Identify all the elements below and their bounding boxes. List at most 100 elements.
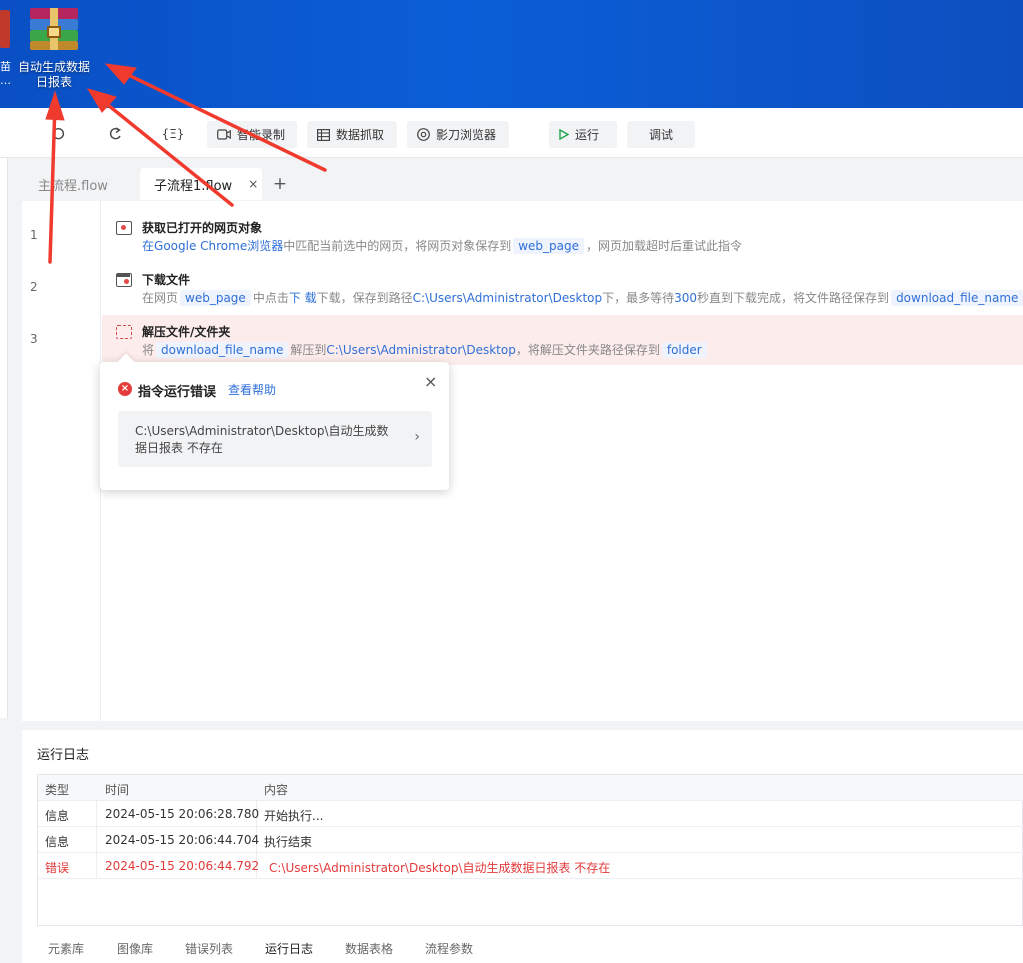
run-button[interactable]: 运行	[549, 121, 617, 148]
error-popover: × 指令运行错误 查看帮助 × C:\Users\Administrator\D…	[100, 353, 449, 490]
desc-seconds: 300	[674, 291, 698, 305]
log-type: 错误	[45, 861, 70, 875]
tab-image-library[interactable]: 图像库	[117, 940, 153, 957]
line-number: 2	[30, 280, 38, 294]
debug-button[interactable]: 调试	[627, 121, 695, 148]
desktop-background: 苗 … 自动生成数据 日报表	[0, 0, 1023, 108]
desc-text: 在	[142, 239, 155, 253]
redo-icon	[109, 127, 121, 140]
data-capture-label: 数据抓取	[336, 128, 385, 142]
log-type: 信息	[45, 835, 70, 849]
tab-data-table[interactable]: 数据表格	[345, 940, 393, 957]
chevron-right-icon: ›	[414, 429, 420, 445]
undo-button[interactable]	[46, 122, 70, 146]
webpage-icon	[116, 221, 132, 235]
toolbar: {Ξ} 智能录制 数据抓取 影刀浏览器 运行 调试	[0, 108, 1023, 158]
desc-text: 下载，保存到路径	[316, 291, 413, 305]
debug-label: 调试	[648, 128, 673, 142]
table-row[interactable]: 信息 2024-05-15 20:06:44.704 执行结束	[38, 827, 1023, 853]
desc-path: C:\Users\Administrator\Desktop	[326, 343, 516, 357]
step-title: 下载文件	[142, 273, 191, 287]
desc-text: 下，最多等待	[602, 291, 675, 305]
error-message: C:\Users\Administrator\Desktop\自动生成数据日报表…	[135, 424, 389, 455]
error-message-box[interactable]: C:\Users\Administrator\Desktop\自动生成数据日报表…	[118, 411, 432, 467]
log-time: 2024-05-15 20:06:44.704	[105, 833, 260, 847]
variable-chip: download_file_name	[156, 342, 289, 358]
log-title: 运行日志	[37, 748, 90, 763]
browser-label: 影刀浏览器	[436, 128, 497, 142]
desc-text: ，将解压文件夹路径保存到	[515, 343, 660, 357]
flow-tabs: 主流程.flow 子流程1.flow × +	[22, 166, 1023, 200]
tab-element-library[interactable]: 元素库	[48, 940, 84, 957]
redo-button[interactable]	[104, 122, 128, 146]
step-title: 解压文件/文件夹	[142, 325, 231, 339]
video-camera-icon	[217, 129, 231, 140]
tab-run-log[interactable]: 运行日志	[265, 940, 313, 957]
desc-text: 秒直到下载完成，将文件路径保存到	[697, 291, 890, 305]
log-time: 2024-05-15 20:06:44.792	[105, 859, 260, 873]
desc-text: 解压到	[290, 343, 327, 357]
data-capture-button[interactable]: 数据抓取	[307, 121, 397, 148]
step-description: 将 download_file_name 解压到C:\Users\Administr…	[142, 341, 709, 358]
flow-step-download-file[interactable]: 下载文件 在网页 web_page 中点击下 载下载，保存到路径C:\Users\A…	[102, 263, 1023, 313]
variable-chip: download_file_name	[891, 290, 1023, 306]
braces-icon: {Ξ}	[161, 127, 185, 141]
variable-chip: web_page	[513, 238, 585, 254]
step-description: 在网页 web_page 中点击下 载下载，保存到路径C:\Users\Admini…	[142, 289, 1023, 306]
log-content: 执行结束	[264, 835, 313, 849]
table-row[interactable]: 错误 2024-05-15 20:06:44.792 C:\Users\Admi…	[38, 853, 1023, 879]
column-header: 类型	[45, 783, 70, 797]
table-header-row: 类型 时间 内容	[38, 775, 1023, 801]
line-gutter: 1 2 3	[22, 201, 101, 721]
desc-text: 将	[142, 343, 155, 357]
line-number: 1	[30, 228, 38, 242]
app-window: {Ξ} 智能录制 数据抓取 影刀浏览器 运行 调试 主流程.flow 子流程1.…	[0, 108, 1023, 963]
desc-target: 下 载	[288, 291, 317, 305]
app-icon	[0, 10, 10, 48]
desc-browser: Google Chrome浏览器	[154, 239, 284, 253]
popover-title: 指令运行错误	[138, 385, 217, 400]
table-row[interactable]: 信息 2024-05-15 20:06:28.780 开始执行...	[38, 801, 1023, 827]
step-description: 在Google Chrome浏览器中匹配当前选中的网页，将网页对象保存到 web_…	[142, 237, 742, 254]
undo-icon	[53, 127, 65, 140]
log-content: 开始执行...	[264, 809, 324, 823]
log-time: 2024-05-15 20:06:28.780	[105, 807, 260, 821]
desktop-icon-partial[interactable]: 苗 …	[0, 10, 14, 90]
tab-main-flow[interactable]: 主流程.flow	[22, 168, 140, 200]
column-header: 内容	[264, 783, 289, 797]
smart-record-button[interactable]: 智能录制	[207, 121, 297, 148]
add-tab-button[interactable]: +	[270, 172, 290, 196]
tab-subflow-1[interactable]: 子流程1.flow ×	[140, 168, 262, 200]
smart-record-label: 智能录制	[237, 128, 286, 142]
log-content: C:\Users\Administrator\Desktop\自动生成数据日报表…	[269, 861, 611, 875]
desc-text: 中匹配当前选中的网页，将网页对象保存到	[283, 239, 512, 253]
left-sidebar-rail	[0, 158, 8, 718]
view-help-link[interactable]: 查看帮助	[228, 381, 276, 398]
tab-error-list[interactable]: 错误列表	[185, 940, 233, 957]
desktop-icon-rar-file[interactable]: 自动生成数据 日报表	[14, 8, 94, 90]
winrar-archive-icon	[30, 8, 78, 50]
flow-step-get-webpage[interactable]: 获取已打开的网页对象 在Google Chrome浏览器中匹配当前选中的网页，将…	[102, 211, 1023, 261]
log-type: 信息	[45, 809, 70, 823]
browser-icon	[417, 128, 430, 141]
line-number: 3	[30, 332, 38, 346]
tab-label: 主流程.flow	[38, 178, 108, 194]
play-icon	[559, 129, 569, 140]
table-icon	[317, 128, 330, 141]
variables-button[interactable]: {Ξ}	[161, 122, 185, 146]
flow-step-unzip-error[interactable]: 解压文件/文件夹 将 download_file_name 解压到C:\Users\…	[102, 315, 1023, 365]
error-icon: ×	[118, 382, 132, 396]
close-icon[interactable]: ×	[424, 372, 437, 391]
desktop-icon-label: 自动生成数据 日报表	[17, 60, 90, 89]
run-log-panel: 运行日志 类型 时间 内容 信息 2024-05-15 20:06:28.780…	[22, 730, 1023, 963]
tab-flow-params[interactable]: 流程参数	[425, 940, 473, 957]
column-header: 时间	[105, 783, 130, 797]
log-table: 类型 时间 内容 信息 2024-05-15 20:06:28.780 开始执行…	[37, 774, 1023, 926]
browser-button[interactable]: 影刀浏览器	[407, 121, 509, 148]
variable-chip: folder	[661, 342, 707, 358]
desktop-icon-label: 苗 …	[0, 60, 11, 87]
desc-path: C:\Users\Administrator\Desktop	[412, 291, 603, 305]
run-label: 运行	[575, 128, 600, 142]
close-tab-icon[interactable]: ×	[248, 177, 258, 191]
desc-text: 在网页	[142, 291, 179, 305]
